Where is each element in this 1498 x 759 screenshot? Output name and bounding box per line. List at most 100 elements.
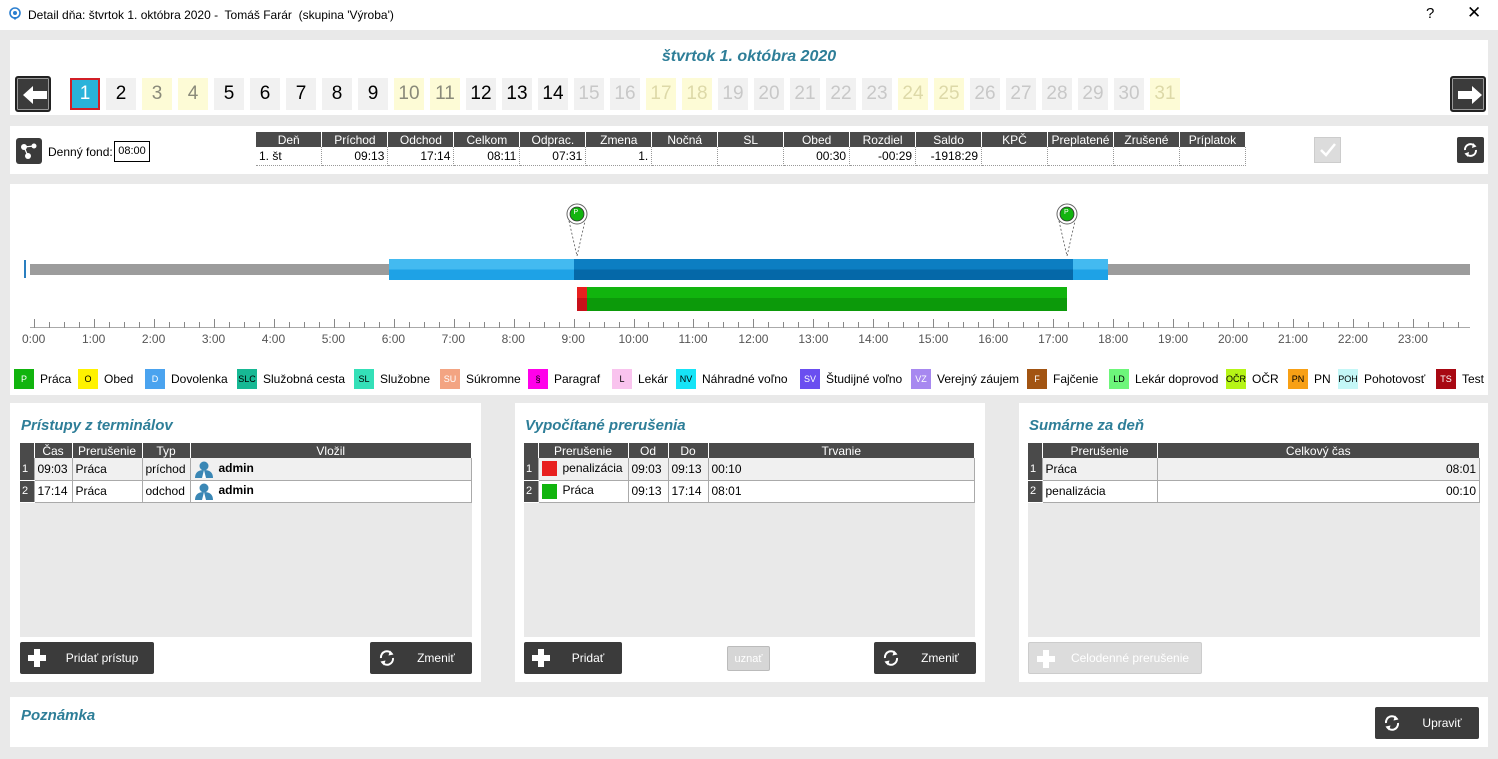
day-4-button[interactable]: 4 [178,78,208,110]
col-vlozil[interactable]: Vložil [190,443,472,458]
day-1-button[interactable]: 1 [70,78,100,110]
col-cas[interactable]: Čas [34,443,73,458]
col-prerusenie[interactable]: Prerušenie [72,443,143,458]
cell-do: 17:14 [668,480,709,503]
col-do[interactable]: Do [668,443,709,458]
allday-interruption-button[interactable]: Celodenné prerušenie [1028,642,1202,674]
axis-tick [288,322,290,328]
legend-item: LD Lekár doprovod [1109,369,1218,389]
confirm-button[interactable] [1314,137,1341,163]
table-row[interactable]: 1 Práca 08:01 [1028,458,1480,481]
table-row[interactable]: 2 penalizácia 00:10 [1028,480,1480,503]
cell-vlozil: admin [190,480,472,503]
cell-od: 09:13 [628,480,669,503]
day-31-button[interactable]: 31 [1150,78,1180,110]
computed-title: Vypočítané prerušenia [525,417,686,434]
axis-tick [768,322,770,328]
summary-cell: 17:14 [387,147,455,166]
summary-header: Obed [783,132,851,147]
day-21-button[interactable]: 21 [790,78,820,110]
row-number: 1 [20,458,35,481]
change-interruption-button[interactable]: Zmeniť [874,642,976,674]
day-29-button[interactable]: 29 [1078,78,1108,110]
summary-header: Odchod [387,132,455,147]
day-9-button[interactable]: 9 [358,78,388,110]
legend-swatch: P [14,369,34,389]
axis-tick [108,322,110,328]
col-prerusenie[interactable]: Prerušenie [538,443,629,458]
day-14-button[interactable]: 14 [538,78,568,110]
axis-tick [34,319,35,328]
table-row[interactable]: 2 17:14 Práca odchod admin [20,480,472,503]
table-row[interactable]: 1 penalizácia 09:03 09:13 00:10 [524,458,975,481]
summary-cell [1113,147,1180,166]
axis-tick [573,319,575,328]
day-3-button[interactable]: 3 [142,78,172,110]
col-typ[interactable]: Typ [142,443,191,458]
day-2-button[interactable]: 2 [106,78,136,110]
day-19-button[interactable]: 19 [718,78,748,110]
day-27-button[interactable]: 27 [1006,78,1036,110]
table-row[interactable]: 2 Práca 09:13 17:14 08:01 [524,480,975,503]
hour-label: 9:00 [561,332,585,346]
table-row[interactable]: 1 09:03 Práca príchod admin [20,458,472,481]
day-16-button[interactable]: 16 [610,78,640,110]
interruption-name: Práca [562,483,594,498]
col-prerusenie[interactable]: Prerušenie [1042,443,1158,458]
day-25-button[interactable]: 25 [934,78,964,110]
day-10-button[interactable]: 10 [394,78,424,110]
hour-label: 10:00 [618,332,649,346]
day-28-button[interactable]: 28 [1042,78,1072,110]
add-access-label: Pridať prístup [65,651,139,665]
cell-vlozil: admin [190,458,472,481]
help-button[interactable]: ? [1426,5,1434,22]
app-pin-icon [9,7,21,20]
col-trvanie[interactable]: Trvanie [708,443,975,458]
change-access-button[interactable]: Zmeniť [370,642,472,674]
close-button[interactable]: ✕ [1467,3,1481,23]
axis-tick [408,322,410,328]
day-7-button[interactable]: 7 [286,78,316,110]
fund-settings-button[interactable] [16,138,42,164]
day-11-button[interactable]: 11 [430,78,460,110]
day-5-button[interactable]: 5 [214,78,244,110]
axis-tick [1337,322,1339,328]
day-8-button[interactable]: 8 [322,78,352,110]
col-od[interactable]: Od [628,443,669,458]
col-celkovy-cas[interactable]: Celkový čas [1157,443,1480,458]
add-access-button[interactable]: Pridať prístup [20,642,154,674]
cell-typ: odchod [142,480,191,503]
day-22-button[interactable]: 22 [826,78,856,110]
day-17-button[interactable]: 17 [646,78,676,110]
edit-note-button[interactable]: Upraviť [1375,707,1479,739]
day-23-button[interactable]: 23 [862,78,892,110]
summary-header: SL [717,132,785,147]
axis-tick [603,322,605,328]
next-day-button[interactable] [1450,76,1486,112]
arrow-left-icon [23,86,47,104]
day-20-button[interactable]: 20 [754,78,784,110]
prev-day-button[interactable] [15,76,51,112]
axis-tick [273,319,275,328]
day-12-button[interactable]: 12 [466,78,496,110]
legend-item: TS Test [1436,369,1484,389]
day-18-button[interactable]: 18 [682,78,712,110]
legend-label: Obed [104,372,134,386]
day-30-button[interactable]: 30 [1114,78,1144,110]
day-6-button[interactable]: 6 [250,78,280,110]
day-15-button[interactable]: 15 [574,78,604,110]
axis-tick [378,322,380,328]
change-access-label: Zmeniť [417,651,455,665]
axis-tick [93,319,95,328]
add-interruption-button[interactable]: Pridať [524,642,622,674]
daily-grid: Prerušenie Celkový čas 1 Práca 08:01 2 penal… [1028,443,1480,637]
accept-button[interactable]: uznať [727,646,770,671]
legend-swatch: PN [1288,369,1308,389]
day-26-button[interactable]: 26 [970,78,1000,110]
day-13-button[interactable]: 13 [502,78,532,110]
summary-cell: 09:13 [321,147,389,166]
refresh-button[interactable] [1457,137,1484,163]
axis-tick [1143,322,1145,328]
axis-tick [588,322,590,328]
day-24-button[interactable]: 24 [898,78,928,110]
